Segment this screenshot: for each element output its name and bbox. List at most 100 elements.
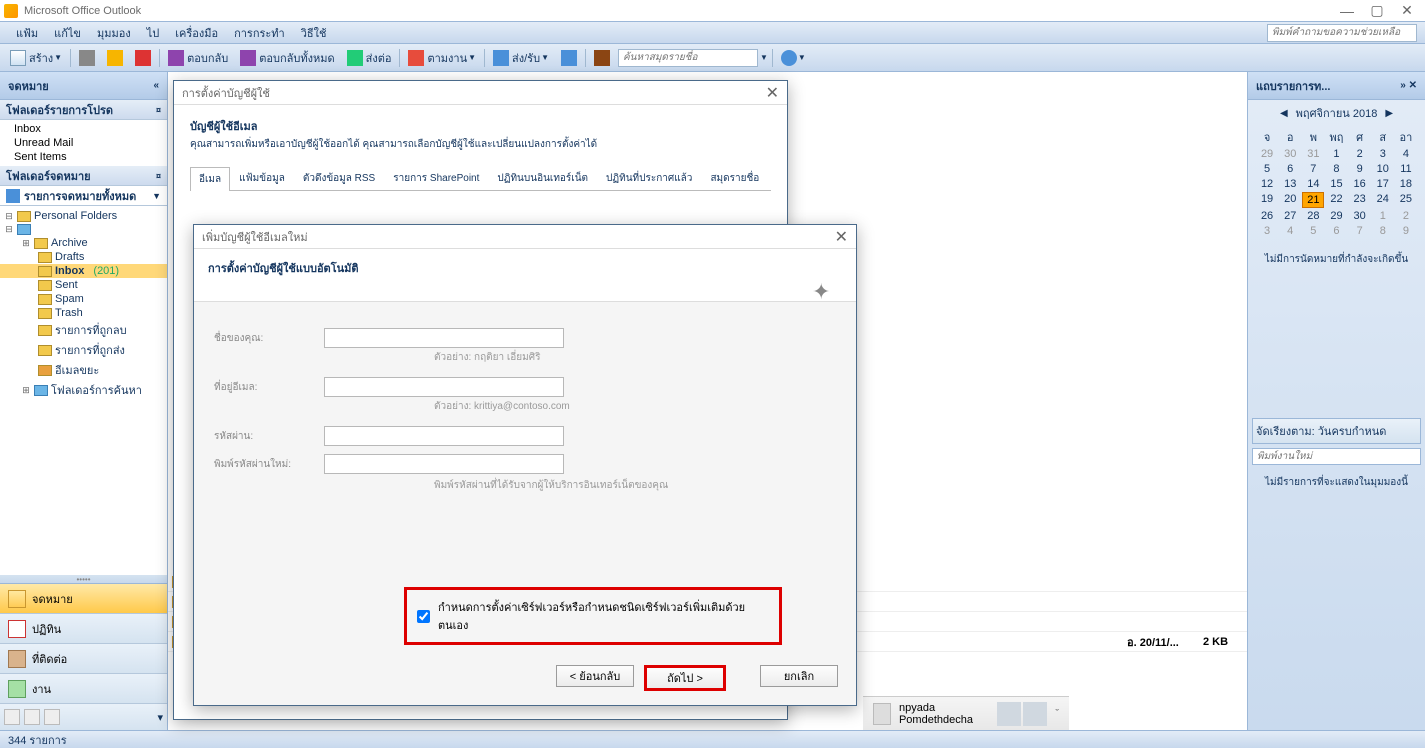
calendar-day[interactable]: 5 xyxy=(1256,162,1278,176)
menu-edit[interactable]: แก้ไข xyxy=(46,24,89,42)
allfolders-row[interactable]: รายการจดหมายทั้งหมด▼ xyxy=(0,186,167,206)
find-button[interactable] xyxy=(557,48,581,68)
calendar-day[interactable]: 18 xyxy=(1395,177,1417,191)
calendar-day[interactable]: 28 xyxy=(1302,209,1324,223)
tab-published-cal[interactable]: ปฏิทินที่ประกาศแล้ว xyxy=(597,166,701,190)
back-button[interactable]: < ย้อนกลับ xyxy=(556,665,634,687)
favorites-header[interactable]: โฟลเดอร์รายการโปรด¤ xyxy=(0,100,167,120)
close-button[interactable]: ✕ xyxy=(1393,2,1421,20)
sendrecv-button[interactable]: ส่ง/รับ▼ xyxy=(489,47,553,69)
next-month-button[interactable]: ▶ xyxy=(1385,108,1393,119)
calendar-day[interactable]: 30 xyxy=(1279,147,1301,161)
calendar-day[interactable]: 6 xyxy=(1279,162,1301,176)
next-button[interactable]: ถัดไป > xyxy=(644,665,726,691)
splitter[interactable]: ••••• xyxy=(0,575,167,583)
calendar-day[interactable]: 11 xyxy=(1395,162,1417,176)
calendar-day[interactable]: 10 xyxy=(1372,162,1394,176)
menu-help[interactable]: วิธีใช้ xyxy=(293,24,335,42)
calendar-day[interactable]: 29 xyxy=(1325,209,1347,223)
calendar-day[interactable]: 31 xyxy=(1302,147,1324,161)
password-input[interactable] xyxy=(324,426,564,446)
tree-spam[interactable]: Spam xyxy=(0,292,167,306)
calendar-day[interactable]: 1 xyxy=(1372,209,1394,223)
tree-account[interactable]: ⊟ xyxy=(0,223,167,236)
prev-month-button[interactable]: ◀ xyxy=(1280,108,1288,119)
calendar-day[interactable]: 5 xyxy=(1302,224,1324,238)
print-button[interactable] xyxy=(75,48,99,68)
mailfolders-header[interactable]: โฟลเดอร์จดหมาย¤ xyxy=(0,166,167,186)
calendar-day[interactable]: 30 xyxy=(1349,209,1371,223)
tree-searchfolders[interactable]: ⊞โฟลเดอร์การค้นหา xyxy=(0,380,167,400)
calendar-day[interactable]: 13 xyxy=(1279,177,1301,191)
calendar-day[interactable]: 22 xyxy=(1325,192,1347,208)
manual-config-checkbox[interactable] xyxy=(417,610,430,623)
calendar-day[interactable]: 3 xyxy=(1256,224,1278,238)
shortcuts-icon[interactable] xyxy=(44,709,60,725)
calendar-day[interactable]: 6 xyxy=(1325,224,1347,238)
fav-unread[interactable]: Unread Mail xyxy=(0,136,167,150)
help-search-input[interactable] xyxy=(1267,24,1417,42)
tree-junk[interactable]: อีเมลขยะ xyxy=(0,360,167,380)
tree-drafts[interactable]: Drafts xyxy=(0,250,167,264)
minimize-button[interactable]: — xyxy=(1333,2,1361,20)
calendar-day[interactable]: 21 xyxy=(1302,192,1324,208)
fav-inbox[interactable]: Inbox xyxy=(0,122,167,136)
calendar-day[interactable]: 23 xyxy=(1349,192,1371,208)
collapse-nav-button[interactable]: « xyxy=(153,80,159,91)
calendar-day[interactable]: 25 xyxy=(1395,192,1417,208)
tab-sharepoint[interactable]: รายการ SharePoint xyxy=(384,166,488,190)
calendar-day[interactable]: 8 xyxy=(1325,162,1347,176)
menu-tools[interactable]: เครื่องมือ xyxy=(167,24,226,42)
collapse-todo-button[interactable]: » ✕ xyxy=(1400,80,1417,91)
help-button[interactable]: ▼ xyxy=(777,48,810,68)
folders-icon[interactable] xyxy=(24,709,40,725)
password2-input[interactable] xyxy=(324,454,564,474)
tree-inbox[interactable]: Inbox (201) xyxy=(0,264,167,278)
calendar-day[interactable]: 2 xyxy=(1349,147,1371,161)
calendar-day[interactable]: 7 xyxy=(1302,162,1324,176)
calendar-day[interactable]: 16 xyxy=(1349,177,1371,191)
maximize-button[interactable]: ▢ xyxy=(1363,2,1391,20)
calendar-day[interactable]: 14 xyxy=(1302,177,1324,191)
calendar-day[interactable]: 9 xyxy=(1395,224,1417,238)
nav-contacts[interactable]: ที่ติดต่อ xyxy=(0,644,167,674)
calendar-day[interactable]: 7 xyxy=(1349,224,1371,238)
tree-sent[interactable]: Sent xyxy=(0,278,167,292)
calendar-day[interactable]: 3 xyxy=(1372,147,1394,161)
dialog-close-button[interactable]: ✕ xyxy=(835,227,848,247)
tree-archive[interactable]: ⊞Archive xyxy=(0,236,167,250)
calendar-day[interactable]: 4 xyxy=(1395,147,1417,161)
cancel-button[interactable]: ยกเลิก xyxy=(760,665,838,687)
calendar-day[interactable]: 26 xyxy=(1256,209,1278,223)
menu-file[interactable]: แฟ้ม xyxy=(8,24,46,42)
email-input[interactable] xyxy=(324,377,564,397)
replyall-button[interactable]: ตอบกลับทั้งหมด xyxy=(236,47,338,69)
calendar-day[interactable]: 20 xyxy=(1279,192,1301,208)
forward-button[interactable]: ส่งต่อ xyxy=(343,47,396,69)
fav-sent[interactable]: Sent Items xyxy=(0,150,167,164)
tree-deleted[interactable]: รายการที่ถูกลบ xyxy=(0,320,167,340)
followup-button[interactable]: ตามงาน▼ xyxy=(404,47,480,69)
searchbook-dropdown[interactable]: ▼ xyxy=(760,53,768,62)
calendar-day[interactable]: 19 xyxy=(1256,192,1278,208)
calendar-day[interactable]: 29 xyxy=(1256,147,1278,161)
new-task-input[interactable] xyxy=(1252,448,1421,465)
calendar-day[interactable]: 9 xyxy=(1349,162,1371,176)
calendar-day[interactable]: 24 xyxy=(1372,192,1394,208)
task-sort-header[interactable]: จัดเรียงตาม: วันครบกำหนด xyxy=(1252,418,1421,444)
calendar-day[interactable]: 27 xyxy=(1279,209,1301,223)
tab-internet-cal[interactable]: ปฏิทินบนอินเทอร์เน็ต xyxy=(488,166,597,190)
people-pane-toggle[interactable]: ˇ xyxy=(1055,708,1059,720)
notes-icon[interactable] xyxy=(4,709,20,725)
tree-outbox[interactable]: รายการที่ถูกส่ง xyxy=(0,340,167,360)
nav-tasks[interactable]: งาน xyxy=(0,674,167,704)
addressbook-button[interactable] xyxy=(590,48,614,68)
tab-addressbooks[interactable]: สมุดรายชื่อ xyxy=(701,166,768,190)
nav-config-button[interactable]: ▾ xyxy=(157,711,163,724)
nav-mail[interactable]: จดหมาย xyxy=(0,584,167,614)
tab-email[interactable]: อีเมล xyxy=(190,167,230,191)
calendar-day[interactable]: 12 xyxy=(1256,177,1278,191)
calendar-day[interactable]: 4 xyxy=(1279,224,1301,238)
move-button[interactable] xyxy=(103,48,127,68)
calendar-day[interactable]: 8 xyxy=(1372,224,1394,238)
